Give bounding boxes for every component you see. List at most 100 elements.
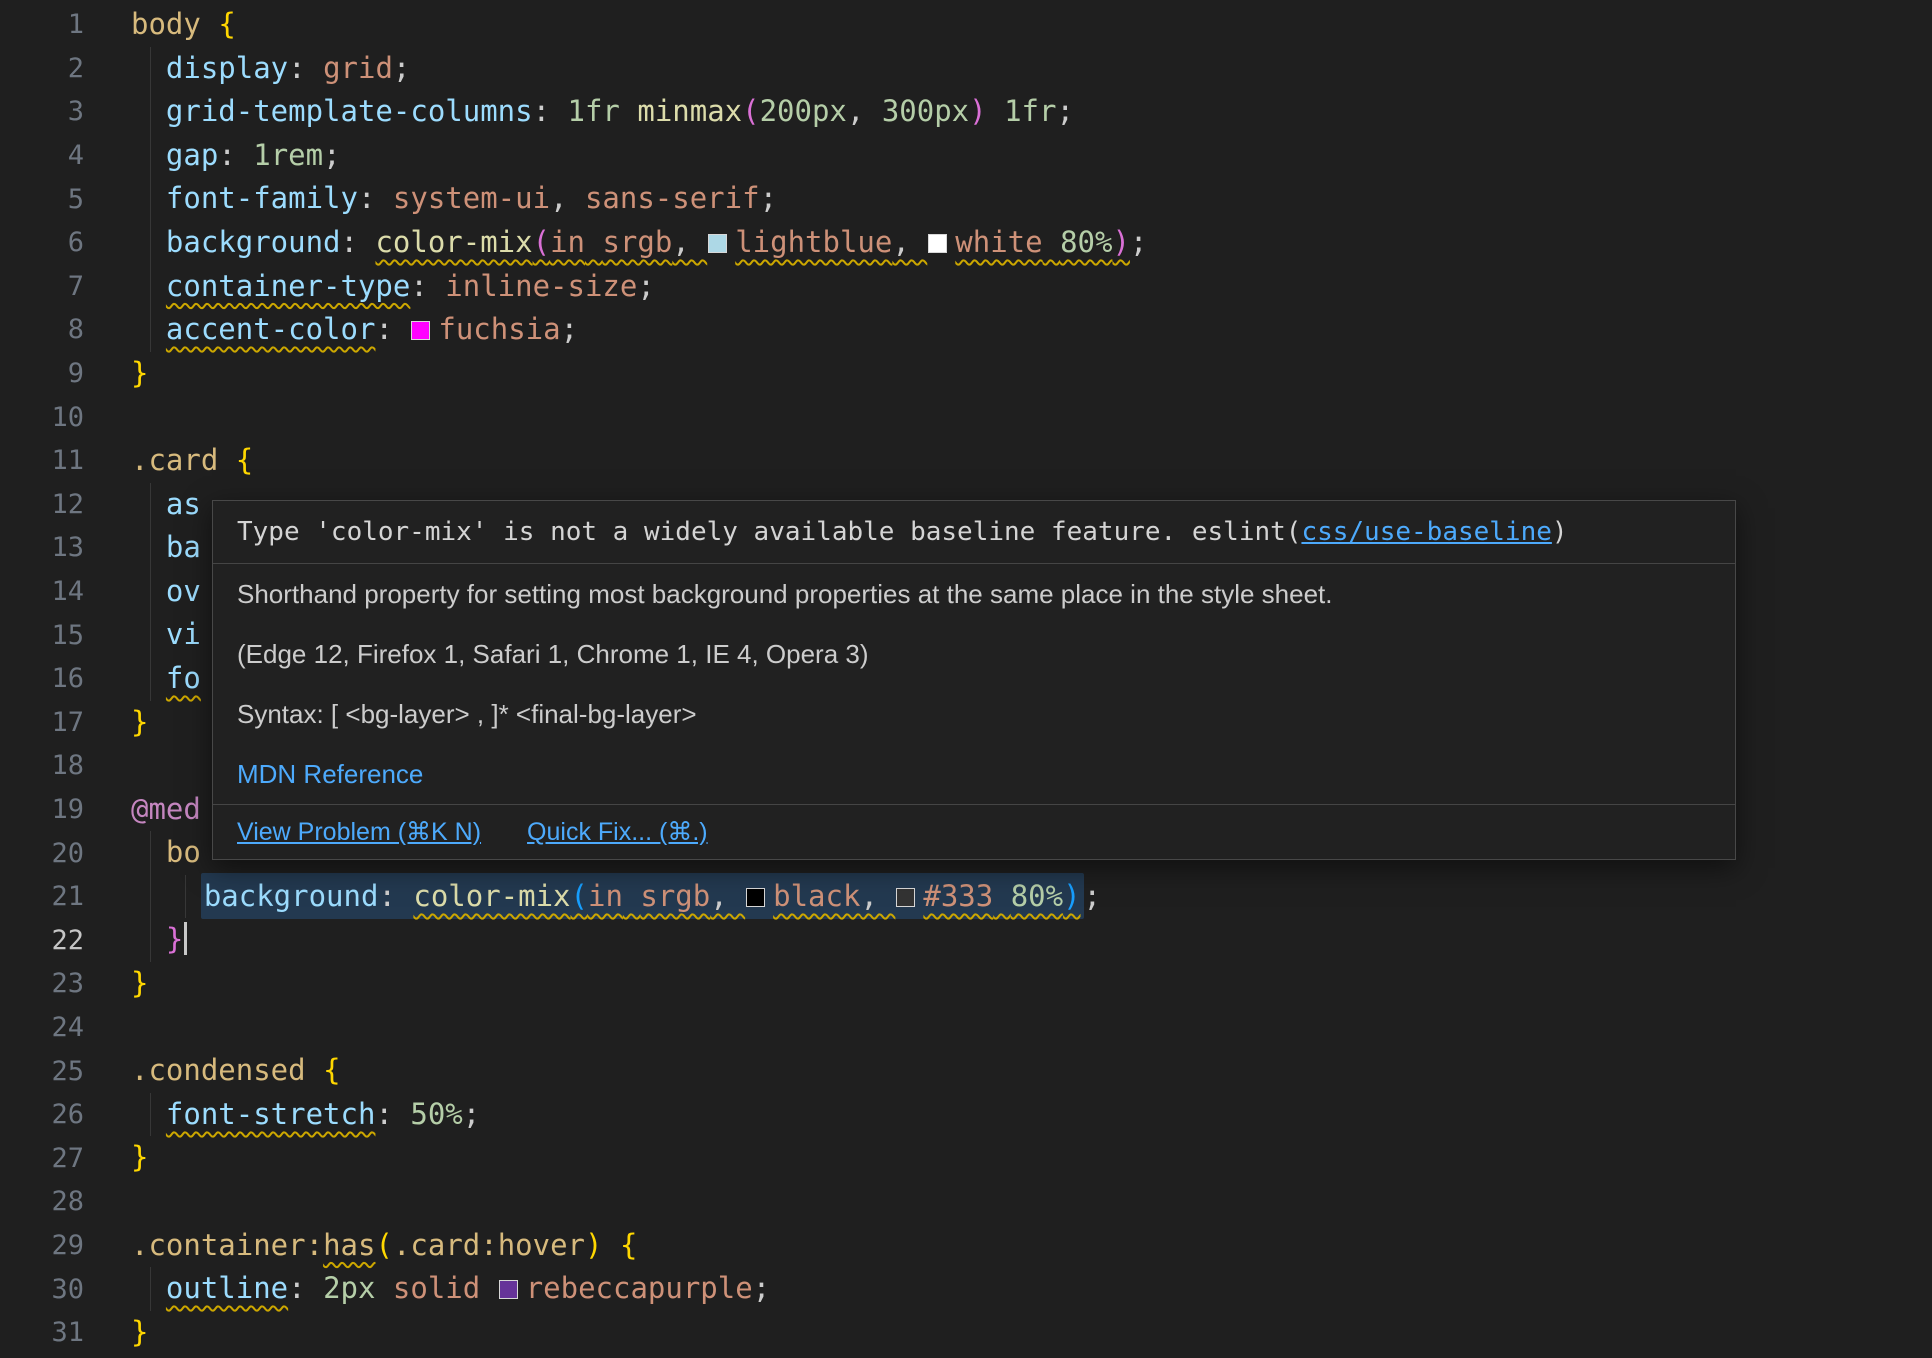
code-line[interactable]: 11.card { — [0, 439, 1932, 483]
code-line[interactable]: 29.container:has(.card:hover) { — [0, 1224, 1932, 1268]
code-text: background: color-mix(in srgb, black, #3… — [131, 875, 1101, 919]
code-line[interactable]: 21 background: color-mix(in srgb, black,… — [0, 875, 1932, 919]
code-token — [131, 879, 201, 913]
line-number[interactable]: 29 — [0, 1230, 84, 1261]
code-line[interactable]: 24 — [0, 1006, 1932, 1050]
line-number[interactable]: 31 — [0, 1317, 84, 1348]
line-number[interactable]: 25 — [0, 1056, 84, 1087]
highlighted-range: background: color-mix(in srgb, black, #3… — [201, 873, 1084, 919]
code-token — [1043, 225, 1060, 259]
code-line[interactable]: 22 } — [0, 918, 1932, 962]
code-token: ; — [561, 312, 578, 346]
code-token: { — [323, 1053, 340, 1087]
line-number[interactable]: 10 — [0, 402, 84, 433]
line-number[interactable]: 18 — [0, 750, 84, 781]
line-number[interactable]: 3 — [0, 96, 84, 127]
warning-squiggle-token: font-stretch — [166, 1097, 376, 1131]
line-number[interactable]: 8 — [0, 314, 84, 345]
indent-guide — [150, 875, 151, 919]
line-number[interactable]: 14 — [0, 576, 84, 607]
line-number[interactable]: 15 — [0, 620, 84, 651]
code-text: font-family: system-ui, sans-serif; — [131, 177, 777, 221]
code-token: vi — [166, 617, 201, 651]
color-swatch[interactable] — [708, 234, 727, 253]
line-number[interactable]: 22 — [0, 925, 84, 956]
line-number[interactable]: 28 — [0, 1186, 84, 1217]
code-token: system-ui — [393, 181, 550, 215]
line-number[interactable]: 7 — [0, 271, 84, 302]
line-number[interactable]: 27 — [0, 1143, 84, 1174]
line-number[interactable]: 30 — [0, 1274, 84, 1305]
code-line[interactable]: 3 grid-template-columns: 1fr minmax(200p… — [0, 90, 1932, 134]
color-swatch[interactable] — [896, 888, 915, 907]
code-token: srgb — [640, 879, 710, 913]
line-number[interactable]: 12 — [0, 489, 84, 520]
diagnostic-source-prefix: eslint( — [1192, 517, 1302, 547]
line-number[interactable]: 19 — [0, 794, 84, 825]
code-token — [131, 1097, 166, 1131]
line-number[interactable]: 6 — [0, 227, 84, 258]
line-number[interactable]: 11 — [0, 445, 84, 476]
code-line[interactable]: 7 container-type: inline-size; — [0, 265, 1932, 309]
warning-squiggle-token: fo — [166, 661, 201, 695]
line-number[interactable]: 26 — [0, 1099, 84, 1130]
eslint-rule-link[interactable]: css/use-baseline — [1301, 517, 1551, 547]
code-token — [131, 312, 166, 346]
code-line[interactable]: 4 gap: 1rem; — [0, 134, 1932, 178]
code-token — [480, 1271, 497, 1305]
code-line[interactable]: 8 accent-color: fuchsia; — [0, 308, 1932, 352]
line-number[interactable]: 9 — [0, 358, 84, 389]
hover-action-link[interactable]: View Problem (⌘K N) — [237, 815, 481, 849]
indent-guide — [150, 308, 151, 352]
line-number[interactable]: 1 — [0, 9, 84, 40]
code-line[interactable]: 30 outline: 2px solid rebeccapurple; — [0, 1267, 1932, 1311]
code-token: @med — [131, 792, 201, 826]
code-token: .condensed — [131, 1053, 306, 1087]
code-line[interactable]: 1 body { — [0, 3, 1932, 47]
code-text: ov — [131, 570, 201, 614]
code-line[interactable]: 25 .condensed { — [0, 1049, 1932, 1093]
code-line[interactable]: 9} — [0, 352, 1932, 396]
code-line[interactable]: 27} — [0, 1136, 1932, 1180]
line-number[interactable]: 17 — [0, 707, 84, 738]
code-line[interactable]: 5 font-family: system-ui, sans-serif; — [0, 177, 1932, 221]
code-token: black — [773, 879, 860, 913]
indent-guide — [150, 613, 151, 657]
code-text: gap: 1rem; — [131, 134, 341, 178]
hover-action-link[interactable]: Quick Fix... (⌘.) — [527, 815, 708, 849]
code-token — [410, 312, 438, 346]
line-number[interactable]: 13 — [0, 532, 84, 563]
code-line[interactable]: 28 — [0, 1180, 1932, 1224]
code-token: ) — [1063, 879, 1080, 913]
code-line[interactable]: 31} — [0, 1311, 1932, 1355]
color-swatch[interactable] — [928, 234, 947, 253]
code-line[interactable]: 6 background: color-mix(in srgb, lightbl… — [0, 221, 1932, 265]
code-line[interactable]: 26 font-stretch: 50%; — [0, 1093, 1932, 1137]
color-swatch[interactable] — [499, 1280, 518, 1299]
line-number[interactable]: 20 — [0, 838, 84, 869]
mdn-reference-link[interactable]: MDN Reference — [237, 756, 423, 792]
line-number[interactable]: 2 — [0, 53, 84, 84]
code-text: } — [131, 352, 148, 396]
code-token — [131, 51, 166, 85]
color-swatch[interactable] — [411, 321, 430, 340]
code-line[interactable]: 2 display: grid; — [0, 47, 1932, 91]
line-number[interactable]: 4 — [0, 140, 84, 171]
line-number[interactable]: 5 — [0, 184, 84, 215]
code-token — [623, 879, 640, 913]
code-line[interactable]: 23} — [0, 962, 1932, 1006]
code-token: ; — [1130, 225, 1147, 259]
color-swatch[interactable] — [746, 888, 765, 907]
code-token: in — [550, 225, 585, 259]
code-token — [131, 94, 166, 128]
code-line[interactable]: 10 — [0, 395, 1932, 439]
code-text: body { — [131, 3, 236, 47]
line-number[interactable]: 23 — [0, 968, 84, 999]
code-text: } — [131, 1136, 148, 1180]
code-token: { — [620, 1228, 637, 1262]
line-number[interactable]: 24 — [0, 1012, 84, 1043]
indent-guide — [150, 177, 151, 221]
line-number[interactable]: 16 — [0, 663, 84, 694]
line-number[interactable]: 21 — [0, 881, 84, 912]
code-token — [201, 7, 218, 41]
